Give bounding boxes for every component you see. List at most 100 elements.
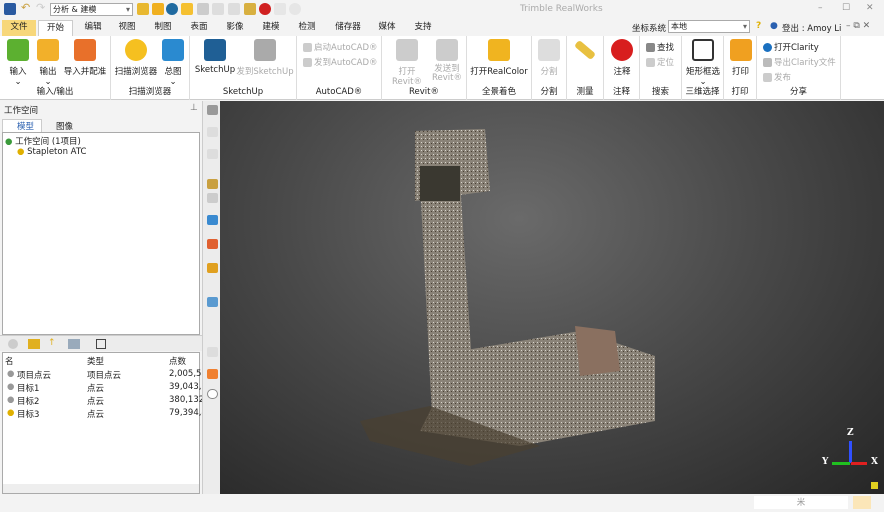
lock-icon[interactable] (871, 482, 878, 489)
tab-drawing[interactable]: 制图 (148, 20, 178, 36)
cloud-table: 名类型点数 ●项目点云项目点云2,005,59 ●目标1点云39,043,8 ●… (2, 352, 203, 494)
cloud-view-icon[interactable] (207, 127, 218, 137)
report-icon[interactable] (228, 3, 240, 15)
restore-child-button[interactable]: – ⧉ ✕ (846, 21, 870, 31)
tree-root[interactable]: ● 工作空间 (1项目) (5, 135, 81, 147)
find-button[interactable]: 查找 (646, 41, 674, 53)
axis-z-label: Z (847, 428, 854, 438)
export-icon[interactable] (212, 3, 224, 15)
view-tool-icon[interactable] (207, 105, 218, 115)
zoom-extent-icon[interactable] (207, 193, 218, 203)
send-sketchup-button[interactable]: 发到SketchUp (236, 36, 294, 77)
sketchup-button[interactable]: SketchUp (194, 36, 236, 75)
overview-button[interactable]: 总图 ⌄ (159, 36, 187, 87)
undo-icon[interactable]: ↶ (21, 1, 33, 14)
open-folder-icon[interactable] (137, 3, 149, 15)
tab-file[interactable]: 文件 (2, 20, 36, 36)
zoom-tool-icon[interactable] (207, 179, 218, 189)
search-icon[interactable] (8, 339, 18, 349)
tab-imagery[interactable]: 影像 (220, 20, 250, 36)
open-clarity-button[interactable]: 打开Clarity (763, 41, 819, 53)
tab-media[interactable]: 媒体 (372, 20, 402, 36)
scan-browser-button[interactable]: 扫描浏览器 (113, 36, 159, 77)
tab-model[interactable]: 模型 (2, 119, 42, 132)
coord-system-select[interactable]: 本地 ▾ (668, 20, 750, 33)
table-row[interactable]: ●目标3点云79,394,4 (7, 408, 203, 421)
table-row[interactable]: ●目标1点云39,043,8 (7, 382, 203, 395)
help-icon[interactable]: ? (756, 21, 761, 31)
sphere-icon[interactable] (207, 389, 218, 399)
export-button[interactable]: 输出 ⌄ (34, 36, 62, 87)
tab-view[interactable]: 视图 (112, 20, 142, 36)
tab-images[interactable]: 图像 (44, 120, 73, 132)
sketchup-icon[interactable] (166, 3, 178, 15)
workspace-mode-select[interactable]: 分析 & 建模 ▾ (50, 3, 133, 16)
print-button[interactable]: 打印 (726, 36, 755, 77)
start-autocad-button[interactable]: 启动AutoCAD® (303, 41, 378, 53)
find-icon[interactable] (152, 3, 164, 15)
pin-icon[interactable]: ⊥ (190, 103, 198, 113)
minimize-button[interactable]: – (818, 3, 823, 13)
cube-view-icon[interactable] (207, 215, 218, 225)
render-icon[interactable] (207, 239, 218, 249)
maximize-button[interactable]: ☐ (842, 3, 850, 13)
tab-surface[interactable]: 表面 (184, 20, 214, 36)
pen-icon[interactable] (274, 3, 286, 15)
group-label: 分享 (789, 87, 807, 97)
home-icon[interactable] (181, 3, 193, 15)
send-autocad-button[interactable]: 发到AutoCAD® (303, 56, 378, 68)
import-register-button[interactable]: 导入并配准 (62, 36, 108, 77)
horizontal-scrollbar[interactable] (3, 484, 199, 493)
ribbon-tabs: 文件 开始 编辑 视图 制图 表面 影像 建模 检测 储存器 媒体 支持 (0, 18, 884, 36)
publish-button[interactable]: 发布 (763, 71, 791, 83)
tree-project[interactable]: ● Stapleton ATC (17, 147, 86, 157)
export-clarity-button[interactable]: 导出Clarity文件 (763, 56, 836, 68)
tab-storage[interactable]: 储存器 (330, 20, 366, 36)
axis-z-arrow (849, 441, 852, 463)
locate-button[interactable]: 定位 (646, 56, 674, 68)
open-realcolor-button[interactable]: 打开RealColor (469, 36, 529, 77)
axis-y-arrow (832, 462, 850, 465)
table-row[interactable]: ●项目点云项目点云2,005,59 (7, 369, 203, 382)
open-revit-button[interactable]: 打开Revit® (386, 36, 428, 87)
group-io: 输入 ⌄ 输出 ⌄ 导入并配准 输入/输出 (0, 36, 111, 100)
view-toolstrip (202, 101, 220, 494)
point-size-icon[interactable] (207, 369, 218, 379)
split-icon (538, 39, 560, 61)
cloud-view-icon[interactable] (207, 149, 218, 159)
cursor-mode-icon[interactable] (853, 496, 871, 509)
tab-edit[interactable]: 编辑 (78, 20, 108, 36)
measure-button[interactable] (571, 36, 599, 61)
status-bar: 米 (0, 494, 884, 512)
building-annex (575, 326, 620, 376)
properties-icon[interactable] (96, 339, 106, 349)
3d-viewport[interactable]: Z Y X (220, 101, 884, 494)
import-register-icon (74, 39, 96, 61)
tab-inspection[interactable]: 检测 (292, 20, 322, 36)
save-icon[interactable] (197, 3, 209, 15)
tab-support[interactable]: 支持 (408, 20, 438, 36)
axis-x-label: X (871, 457, 878, 467)
rectangle-select-button[interactable]: 矩形框选 ⌄ (683, 36, 723, 87)
table-header: 名类型 点数 (5, 357, 187, 367)
annotation-button[interactable]: 注释 (607, 36, 637, 77)
table-row[interactable]: ● 目标2 点云 380,132 (7, 395, 203, 408)
tab-modeling[interactable]: 建模 (256, 20, 286, 36)
import-button[interactable]: 输入 ⌄ (4, 36, 32, 87)
view-options-icon[interactable] (68, 339, 80, 349)
send-revit-button[interactable]: 发送到Revit® (430, 36, 464, 83)
measure-icon[interactable] (244, 3, 256, 15)
image-view-icon[interactable] (207, 297, 218, 307)
annotation-icon[interactable] (259, 3, 271, 15)
folder-icon[interactable] (28, 339, 40, 349)
tab-home[interactable]: 开始 (38, 20, 73, 36)
split-button[interactable]: 分割 (534, 36, 564, 77)
close-button[interactable]: ✕ (866, 3, 874, 13)
redo-icon[interactable]: ↷ (36, 1, 48, 14)
logout-button[interactable]: 登出 : Amoy Li (782, 22, 841, 34)
cloud-view-icon[interactable] (207, 347, 218, 357)
ruler-icon (574, 39, 596, 61)
up-arrow-icon[interactable]: ↑ (48, 338, 56, 348)
color-mode-icon[interactable] (207, 263, 218, 273)
clear-icon[interactable] (289, 3, 301, 15)
